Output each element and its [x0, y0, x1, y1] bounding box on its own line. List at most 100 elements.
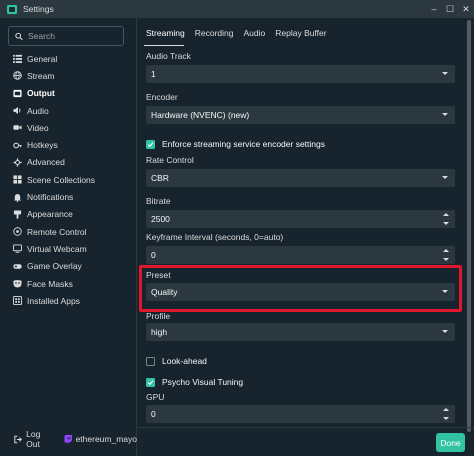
scrollbar-thumb[interactable] — [467, 20, 471, 432]
sidebar-item-appearance[interactable]: Appearance — [0, 206, 137, 223]
sidebar-item-label: Virtual Webcam — [27, 243, 87, 254]
preset-select[interactable]: Quality — [146, 283, 455, 301]
sidebar-item-scene-collections[interactable]: Scene Collections — [0, 171, 137, 188]
sidebar-item-stream[interactable]: Stream — [0, 67, 137, 84]
tab-streaming[interactable]: Streaming — [146, 28, 185, 44]
sidebar-item-game-overlay[interactable]: Game Overlay — [0, 258, 137, 275]
settings-sidebar: General Stream Output Audio Video Hotkey… — [0, 18, 137, 456]
sidebar-item-face-masks[interactable]: Face Masks — [0, 275, 137, 292]
profile-select[interactable]: high — [146, 323, 455, 341]
user-account: ethereum_mayo — [64, 434, 137, 444]
sidebar-item-audio[interactable]: Audio — [0, 102, 137, 119]
rate-control-value: CBR — [151, 173, 169, 183]
gamepad-icon — [12, 261, 22, 271]
output-settings-panel: Streaming Recording Audio Replay Buffer … — [138, 18, 474, 456]
tab-replay-buffer[interactable]: Replay Buffer — [275, 28, 326, 44]
stepper-down-icon[interactable] — [443, 417, 449, 420]
bitrate-stepper[interactable] — [443, 213, 449, 225]
minimize-button[interactable]: – — [426, 0, 442, 18]
search-box[interactable] — [8, 26, 124, 46]
sidebar-item-advanced[interactable]: Advanced — [0, 154, 137, 171]
done-button[interactable]: Done — [436, 433, 465, 452]
stepper-up-icon[interactable] — [443, 249, 449, 252]
sidebar-item-hotkeys[interactable]: Hotkeys — [0, 136, 137, 153]
apps-icon — [12, 296, 22, 306]
tab-audio[interactable]: Audio — [244, 28, 266, 44]
chevron-down-icon — [442, 72, 448, 75]
gpu-label: GPU — [146, 392, 165, 402]
sidebar-item-label: Game Overlay — [27, 261, 82, 272]
sidebar-item-installed-apps[interactable]: Installed Apps — [0, 292, 137, 309]
sidebar-item-video[interactable]: Video — [0, 119, 137, 136]
sidebar-item-virtual-webcam[interactable]: Virtual Webcam — [0, 240, 137, 257]
speaker-icon — [12, 106, 22, 116]
chevron-down-icon — [442, 330, 448, 333]
keyframe-interval-value: 0 — [151, 250, 156, 260]
encoder-label: Encoder — [146, 92, 178, 102]
stepper-up-icon[interactable] — [443, 213, 449, 216]
profile-value: high — [151, 327, 168, 337]
output-tabs: Streaming Recording Audio Replay Buffer — [146, 28, 337, 44]
sidebar-item-output[interactable]: Output — [0, 85, 137, 102]
maximize-button[interactable]: ☐ — [442, 0, 458, 18]
checkbox-checked-icon — [146, 377, 155, 387]
window-controls: – ☐ ✕ — [426, 0, 474, 18]
sidebar-item-label: Face Masks — [27, 278, 73, 289]
psycho-visual-tuning-checkbox[interactable]: Psycho Visual Tuning — [146, 377, 243, 387]
sidebar-item-remote-control[interactable]: Remote Control — [0, 223, 137, 240]
sidebar-item-label: Scene Collections — [27, 174, 96, 185]
username: ethereum_mayo — [75, 434, 137, 444]
profile-label: Profile — [146, 311, 171, 321]
preset-value: Quality — [151, 287, 178, 297]
look-ahead-checkbox[interactable]: Look-ahead — [146, 356, 207, 366]
keyboard-icon — [12, 140, 22, 150]
gpu-input[interactable]: 0 — [146, 405, 455, 423]
sidebar-item-label: Hotkeys — [27, 140, 58, 151]
sidebar-item-notifications[interactable]: Notifications — [0, 188, 137, 205]
search-input[interactable] — [28, 28, 123, 44]
audio-track-select[interactable]: 1 — [146, 65, 455, 83]
sidebar-item-label: Video — [27, 122, 49, 133]
enforce-encoder-checkbox[interactable]: Enforce streaming service encoder settin… — [146, 139, 325, 149]
audio-track-value: 1 — [151, 69, 156, 79]
rate-control-label: Rate Control — [146, 155, 194, 165]
chevron-down-icon — [442, 176, 448, 179]
bitrate-input[interactable]: 2500 — [146, 210, 455, 228]
output-icon — [12, 88, 22, 98]
keyframe-stepper[interactable] — [443, 249, 449, 261]
encoder-select[interactable]: Hardware (NVENC) (new) — [146, 106, 455, 124]
gpu-stepper[interactable] — [443, 408, 449, 420]
wrench-icon — [12, 157, 22, 167]
tab-recording[interactable]: Recording — [195, 28, 234, 44]
sidebar-item-label: Installed Apps — [27, 295, 80, 306]
checkbox-unchecked-icon — [146, 356, 155, 366]
bitrate-value: 2500 — [151, 214, 170, 224]
logout-button[interactable]: Log Out — [14, 429, 54, 449]
list-icon — [12, 54, 22, 64]
chevron-down-icon — [442, 290, 448, 293]
logout-label: Log Out — [26, 429, 41, 449]
look-ahead-label: Look-ahead — [162, 356, 207, 366]
close-button[interactable]: ✕ — [458, 0, 474, 18]
rate-control-select[interactable]: CBR — [146, 169, 455, 187]
sidebar-item-general[interactable]: General — [0, 50, 137, 67]
remote-icon — [12, 227, 22, 237]
search-icon — [15, 32, 23, 40]
stepper-up-icon[interactable] — [443, 408, 449, 411]
settings-nav: General Stream Output Audio Video Hotkey… — [0, 50, 137, 309]
sidebar-item-label: General — [27, 53, 58, 64]
sidebar-item-label: Output — [27, 88, 55, 99]
stepper-down-icon[interactable] — [443, 258, 449, 261]
sidebar-footer: Log Out ethereum_mayo — [0, 422, 137, 456]
checkbox-checked-icon — [146, 139, 155, 149]
settings-scrollbar[interactable] — [467, 18, 471, 438]
mask-icon — [12, 279, 22, 289]
preset-label: Preset — [146, 270, 171, 280]
footer-divider — [138, 427, 474, 428]
keyframe-interval-input[interactable]: 0 — [146, 246, 455, 264]
stepper-down-icon[interactable] — [443, 222, 449, 225]
webcam-icon — [12, 244, 22, 254]
sidebar-item-label: Appearance — [27, 209, 73, 220]
title-bar: Settings – ☐ ✕ — [0, 0, 474, 18]
sidebar-item-label: Notifications — [27, 192, 74, 203]
